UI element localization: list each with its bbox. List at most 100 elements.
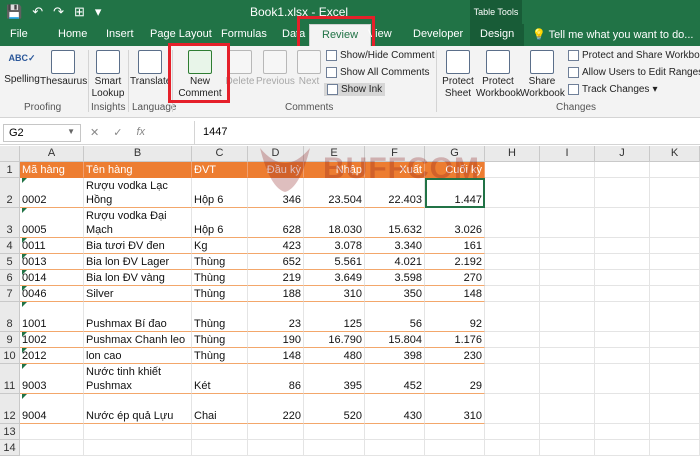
table-cell[interactable]: 18.030	[304, 208, 365, 238]
protect-sheet-button[interactable]: Protect Sheet	[440, 50, 476, 100]
table-cell[interactable]: 1001	[20, 302, 84, 332]
formula-input[interactable]: 1447	[194, 121, 700, 145]
table-cell[interactable]: Pushmax Cam éplon cao	[84, 348, 192, 364]
table-cell[interactable]: Rượu vodka Đại Mạch	[84, 208, 192, 238]
error-indicator-icon[interactable]	[22, 302, 27, 307]
table-cell[interactable]: 480	[304, 348, 365, 364]
table-cell[interactable]: 22.403	[365, 178, 425, 208]
track-changes-button[interactable]: Track Changes ▾	[568, 84, 657, 95]
cell[interactable]	[20, 424, 84, 440]
table-cell[interactable]: 423	[248, 238, 304, 254]
protect-workbook-button[interactable]: Protect Workbook	[476, 50, 521, 100]
table-cell[interactable]: 452	[365, 364, 425, 394]
table-cell[interactable]: 398	[365, 348, 425, 364]
table-cell[interactable]: Bia lon ĐV Lager	[84, 254, 192, 270]
cell[interactable]	[595, 286, 650, 302]
cancel-icon[interactable]: ✕	[90, 126, 99, 139]
cell[interactable]	[540, 178, 595, 208]
cell[interactable]	[485, 394, 540, 424]
cell[interactable]	[595, 162, 650, 178]
table-cell[interactable]: 16.790	[304, 332, 365, 348]
cell[interactable]	[84, 424, 192, 440]
table-header-cell[interactable]: Cuối kỳ	[425, 162, 485, 178]
table-cell[interactable]: 310	[304, 286, 365, 302]
cell[interactable]	[192, 440, 248, 456]
column-header-i[interactable]: I	[540, 146, 595, 162]
table-cell[interactable]: 4.021	[365, 254, 425, 270]
allow-users-edit-ranges-button[interactable]: Allow Users to Edit Ranges	[568, 67, 700, 78]
cell[interactable]	[540, 348, 595, 364]
table-cell[interactable]: 220	[248, 394, 304, 424]
column-header-k[interactable]: K	[650, 146, 700, 162]
cell[interactable]	[485, 162, 540, 178]
error-indicator-icon[interactable]	[22, 178, 27, 183]
table-cell[interactable]: 3.340	[365, 238, 425, 254]
cell[interactable]	[20, 440, 84, 456]
spelling-button[interactable]: ABC✓ Spelling	[4, 50, 40, 86]
cell[interactable]	[540, 364, 595, 394]
cell[interactable]	[650, 162, 700, 178]
enter-icon[interactable]: ✓	[113, 126, 122, 139]
cell[interactable]	[650, 208, 700, 238]
error-indicator-icon[interactable]	[22, 208, 27, 213]
tab-formulas[interactable]: Formulas	[221, 28, 267, 40]
column-header-g[interactable]: G	[425, 146, 485, 162]
error-indicator-icon[interactable]	[22, 364, 27, 369]
table-cell[interactable]: 15.632	[365, 208, 425, 238]
cell[interactable]	[304, 440, 365, 456]
table-cell[interactable]: 3.026	[425, 208, 485, 238]
cell[interactable]	[485, 424, 540, 440]
table-header-cell[interactable]: Đầu kỳ	[248, 162, 304, 178]
show-ink-button[interactable]: Show Ink	[324, 83, 386, 96]
protect-share-workbook-button[interactable]: Protect and Share Workbook	[568, 50, 700, 61]
table-cell[interactable]: 92	[425, 302, 485, 332]
tab-insert[interactable]: Insert	[106, 28, 134, 40]
table-cell[interactable]: 0005	[20, 208, 84, 238]
customize-qat-icon[interactable]: ▾	[95, 4, 102, 20]
cell[interactable]	[84, 440, 192, 456]
row-header[interactable]: 9	[0, 332, 20, 348]
table-cell[interactable]: 0011	[20, 238, 84, 254]
cell[interactable]	[650, 238, 700, 254]
cell[interactable]	[485, 332, 540, 348]
row-header[interactable]: 5	[0, 254, 20, 270]
table-cell[interactable]: 1.176	[425, 332, 485, 348]
table-cell[interactable]: 23	[248, 302, 304, 332]
table-cell[interactable]: 23.504	[304, 178, 365, 208]
show-hide-comment-button[interactable]: Show/Hide Comment	[326, 50, 434, 61]
cell[interactable]	[595, 424, 650, 440]
cell[interactable]	[650, 270, 700, 286]
table-cell[interactable]: 9003	[20, 364, 84, 394]
previous-comment-button[interactable]: Previous	[256, 50, 295, 88]
cell[interactable]	[485, 302, 540, 332]
cell[interactable]	[425, 424, 485, 440]
column-header-d[interactable]: D	[248, 146, 304, 162]
table-cell[interactable]: 3.649	[304, 270, 365, 286]
cell[interactable]	[540, 302, 595, 332]
table-cell[interactable]: 148	[248, 348, 304, 364]
cell[interactable]	[650, 394, 700, 424]
cell[interactable]	[365, 424, 425, 440]
cell[interactable]	[248, 440, 304, 456]
table-header-cell[interactable]: Xuất	[365, 162, 425, 178]
name-box[interactable]: G2 ▼	[3, 124, 81, 142]
cell[interactable]	[485, 208, 540, 238]
cell[interactable]	[540, 394, 595, 424]
cell[interactable]	[540, 270, 595, 286]
table-cell[interactable]: 628	[248, 208, 304, 238]
error-indicator-icon[interactable]	[22, 238, 27, 243]
error-indicator-icon[interactable]	[22, 332, 27, 337]
cell[interactable]	[425, 440, 485, 456]
table-header-cell[interactable]: Nhập	[304, 162, 365, 178]
cell[interactable]	[485, 364, 540, 394]
cell[interactable]	[650, 178, 700, 208]
cell[interactable]	[595, 394, 650, 424]
table-cell[interactable]: 15.804	[365, 332, 425, 348]
cell[interactable]	[650, 364, 700, 394]
table-header-cell[interactable]: Tên hàng	[84, 162, 192, 178]
table-cell[interactable]: Bia lon Đại ViệtSilver	[84, 286, 192, 302]
cell[interactable]	[650, 286, 700, 302]
table-cell[interactable]: 3.078	[304, 238, 365, 254]
cell[interactable]	[595, 238, 650, 254]
cell[interactable]	[540, 238, 595, 254]
